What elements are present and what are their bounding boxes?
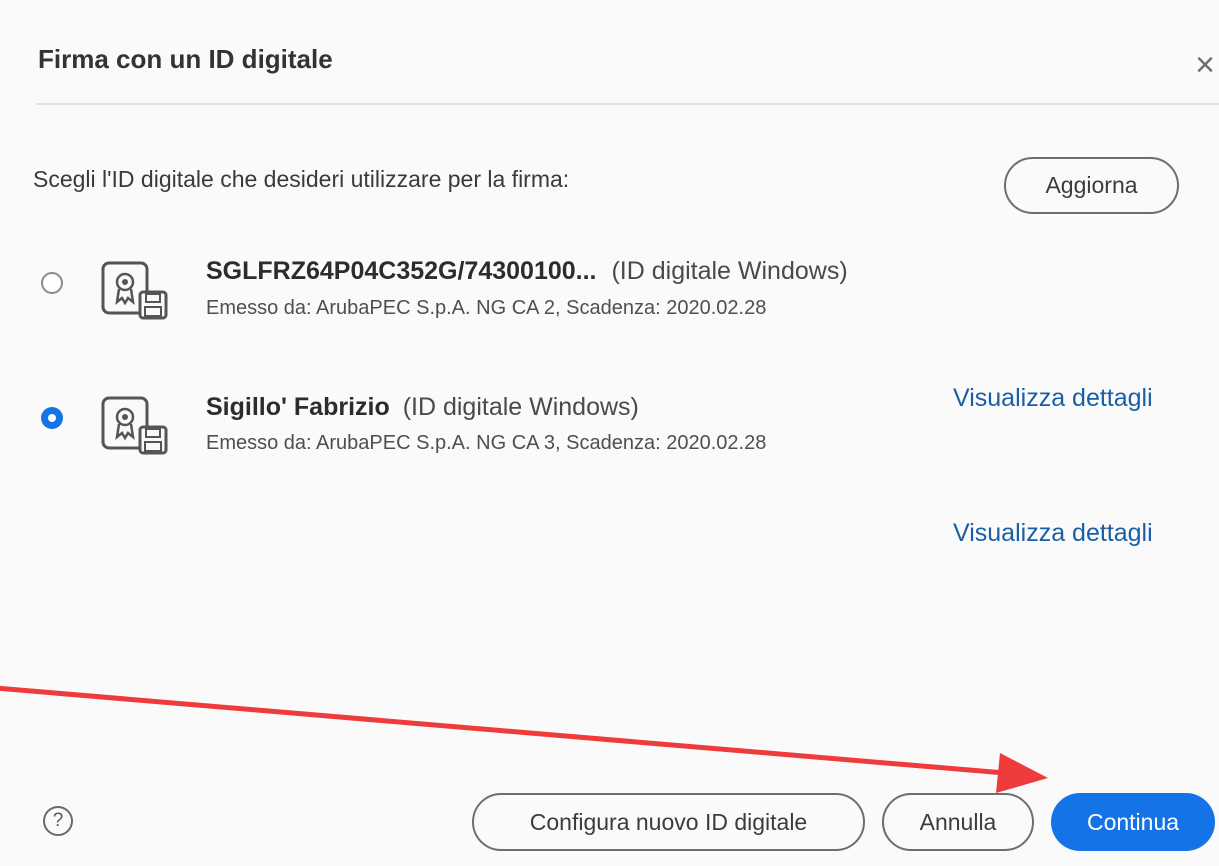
digital-id-type: (ID digitale Windows) — [611, 257, 848, 285]
radio-selected[interactable] — [41, 407, 63, 429]
help-icon[interactable]: ? — [43, 806, 73, 836]
annotation-arrow-head — [996, 753, 1048, 793]
header-divider — [36, 103, 1219, 105]
view-details-link[interactable]: Visualizza dettagli — [953, 384, 1153, 413]
digital-id-type: (ID digitale Windows) — [402, 393, 639, 421]
digital-id-issuer: Emesso da: ArubaPEC S.p.A. NG CA 3, Scad… — [206, 432, 767, 454]
configure-new-id-button[interactable]: Configura nuovo ID digitale — [472, 793, 865, 851]
certificate-icon — [101, 261, 168, 320]
digital-id-name: Sigillo' Fabrizio — [206, 393, 390, 421]
radio-unselected[interactable] — [41, 272, 63, 294]
digital-id-title: SGLFRZ64P04C352G/74300100... (ID digital… — [206, 257, 848, 286]
digital-id-issuer: Emesso da: ArubaPEC S.p.A. NG CA 2, Scad… — [206, 297, 767, 319]
digital-id-name: SGLFRZ64P04C352G/74300100... — [206, 257, 597, 285]
certificate-icon — [101, 396, 168, 455]
cancel-button[interactable]: Annulla — [882, 793, 1034, 851]
view-details-link[interactable]: Visualizza dettagli — [953, 519, 1153, 548]
choose-id-prompt: Scegli l'ID digitale che desideri utiliz… — [33, 166, 570, 192]
dialog-title: Firma con un ID digitale — [38, 44, 333, 74]
close-icon[interactable]: × — [1188, 48, 1219, 82]
continue-button[interactable]: Continua — [1051, 793, 1215, 851]
refresh-button[interactable]: Aggiorna — [1004, 157, 1179, 214]
digital-id-title: Sigillo' Fabrizio (ID digitale Windows) — [206, 393, 639, 422]
annotation-arrow-line — [0, 685, 1006, 776]
